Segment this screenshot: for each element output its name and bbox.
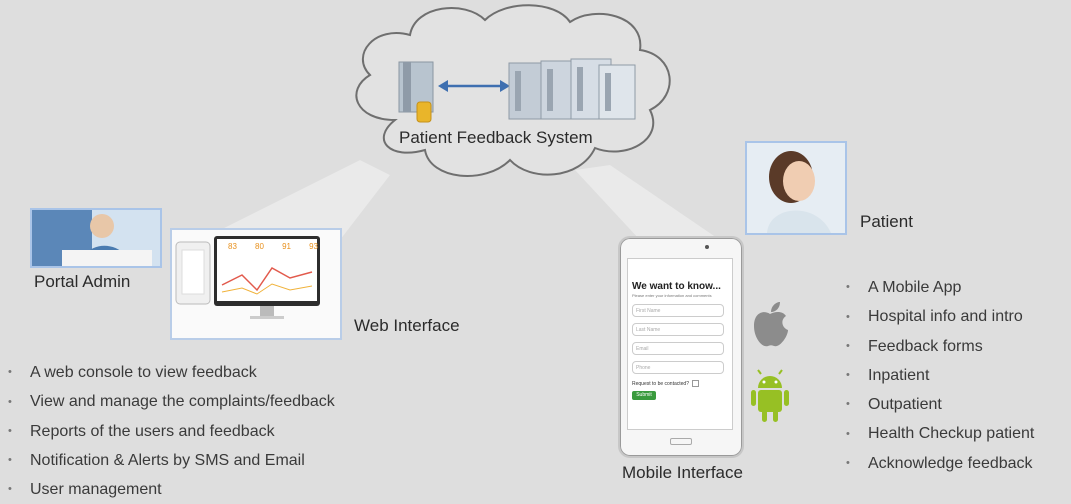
camera-icon bbox=[705, 245, 709, 249]
email-field[interactable]: Email bbox=[632, 342, 724, 355]
list-item: View and manage the complaints/feedback bbox=[8, 387, 335, 416]
list-item: A Mobile App bbox=[846, 273, 1034, 302]
dashboard-stat: 80 bbox=[255, 242, 264, 251]
list-item: Feedback forms bbox=[846, 332, 1034, 361]
list-item: Health Checkup patient bbox=[846, 419, 1034, 448]
dashboard-stat: 93 bbox=[309, 242, 318, 251]
first-name-field[interactable]: First Name bbox=[632, 304, 724, 317]
list-item: Hospital info and intro bbox=[846, 302, 1034, 331]
list-item: Outpatient bbox=[846, 390, 1034, 419]
mobile-device: We want to know... Please enter your inf… bbox=[618, 236, 744, 458]
patient-photo bbox=[745, 141, 847, 235]
list-item: A web console to view feedback bbox=[8, 358, 335, 387]
list-item: Acknowledge feedback bbox=[846, 449, 1034, 478]
dashboard-stat: 83 bbox=[228, 242, 237, 251]
dashboard-stat: 91 bbox=[282, 242, 291, 251]
web-interface-image: 83 80 91 93 bbox=[170, 228, 342, 340]
list-item: Reports of the users and feedback bbox=[8, 417, 335, 446]
server-rack-icon bbox=[508, 58, 636, 120]
mobile-interface-label: Mobile Interface bbox=[622, 463, 743, 482]
form-subtitle: Please enter your information and commen… bbox=[632, 293, 712, 298]
contact-checkbox-label: Request to be contacted? bbox=[632, 380, 689, 387]
form-title: We want to know... bbox=[632, 281, 721, 292]
portal-admin-photo bbox=[30, 208, 162, 268]
home-button[interactable] bbox=[670, 438, 692, 445]
patient-label: Patient bbox=[860, 212, 913, 231]
last-name-field[interactable]: Last Name bbox=[632, 323, 724, 336]
web-feature-list: A web console to view feedback View and … bbox=[8, 358, 335, 504]
list-item: Notification & Alerts by SMS and Email bbox=[8, 446, 335, 475]
list-item: User management bbox=[8, 475, 335, 504]
phone-field[interactable]: Phone bbox=[632, 361, 724, 374]
android-icon bbox=[751, 369, 789, 422]
sync-arrow-icon bbox=[438, 80, 510, 92]
patient-feature-list: A Mobile App Hospital info and intro Fee… bbox=[846, 273, 1034, 478]
mobile-screen: We want to know... Please enter your inf… bbox=[627, 258, 733, 430]
contact-checkbox[interactable] bbox=[692, 380, 699, 387]
cloud-label: Patient Feedback System bbox=[399, 128, 593, 147]
apple-icon bbox=[754, 302, 788, 347]
portal-admin-label: Portal Admin bbox=[34, 272, 131, 291]
list-item: Inpatient bbox=[846, 361, 1034, 390]
web-interface-label: Web Interface bbox=[354, 316, 460, 335]
submit-button[interactable]: Submit bbox=[632, 391, 656, 400]
